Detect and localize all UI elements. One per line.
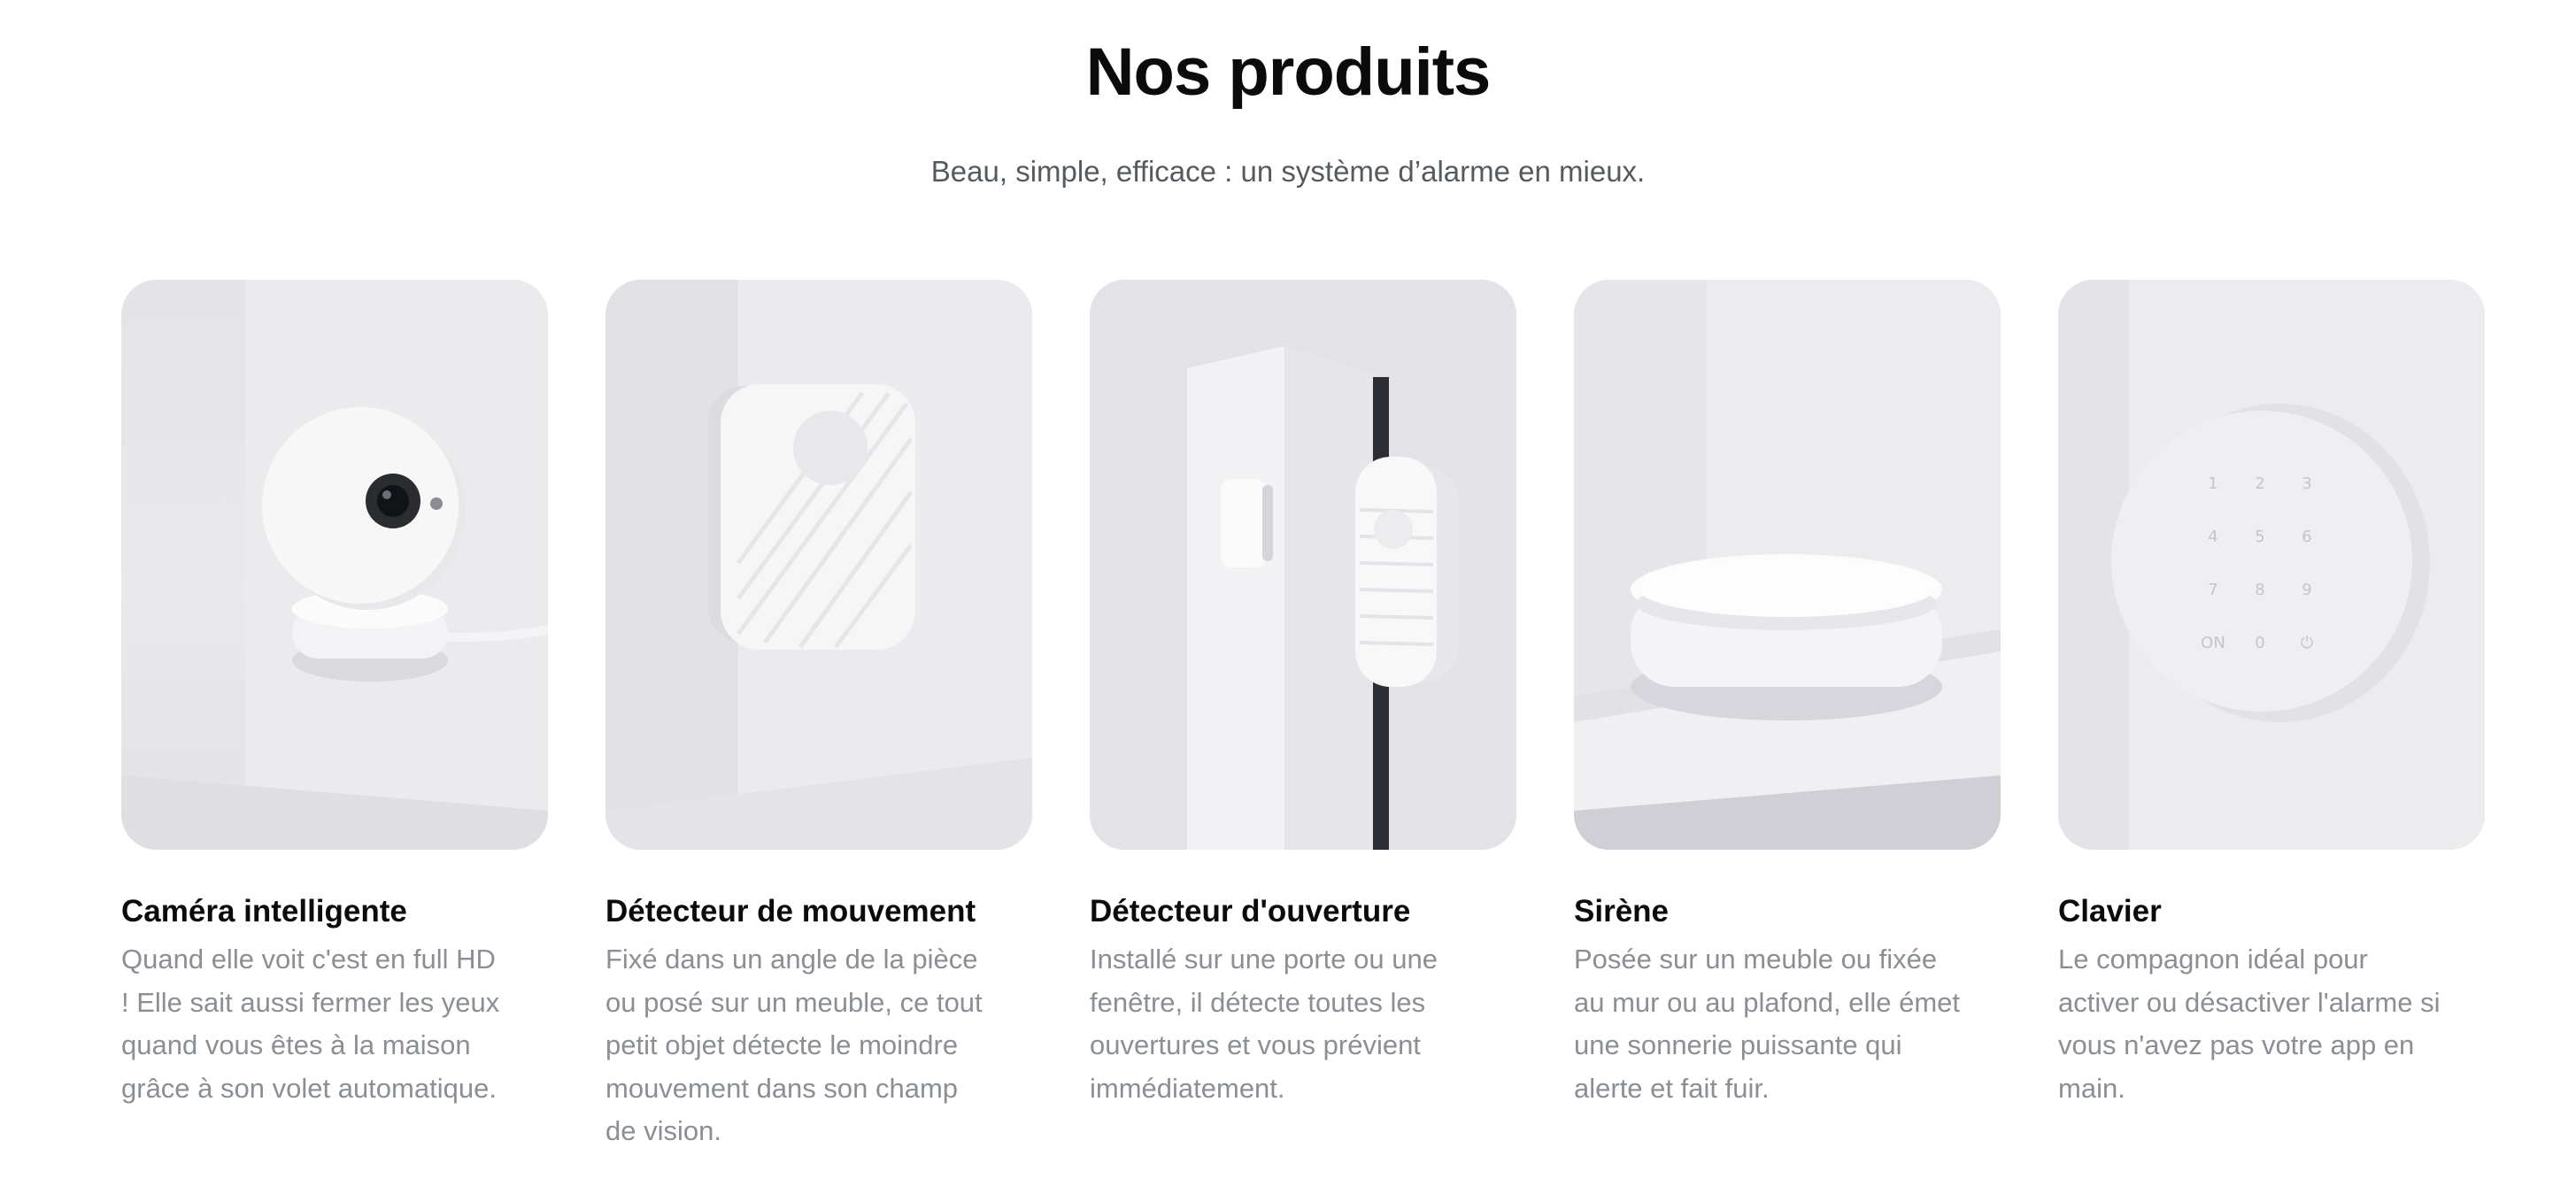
page-subtitle: Beau, simple, efficace : un système d’al… — [930, 155, 1646, 188]
keypad-key-label: 0 — [2255, 634, 2264, 652]
keypad-key-label: 6 — [2302, 528, 2311, 546]
keypad-key-label: 9 — [2302, 581, 2311, 599]
keypad-key-label: 8 — [2255, 581, 2264, 599]
product-image-keypad[interactable]: 1 2 3 4 5 6 7 8 9 ON 0 ⏻ — [2058, 280, 2485, 850]
product-card-camera[interactable]: Caméra intelligente Quand elle voit c'es… — [121, 280, 548, 1110]
keypad-key-label: 3 — [2302, 474, 2311, 493]
product-title: Clavier — [2058, 894, 2162, 929]
keypad-key-label: ⏻ — [2301, 634, 2313, 652]
product-description: Posée sur un meuble ou fixée au mur ou a… — [1574, 944, 1960, 1104]
product-card-door-sensor[interactable]: Détecteur d'ouverture Installé sur une p… — [1090, 280, 1516, 1110]
product-card-motion-detector[interactable]: Détecteur de mouvement Fixé dans un angl… — [605, 280, 1032, 1153]
product-image-camera[interactable] — [121, 280, 548, 850]
keypad-key-label: 7 — [2208, 581, 2217, 599]
product-description: Installé sur une porte ou une fenêtre, i… — [1090, 944, 1438, 1104]
keypad-key-label: ON — [2201, 634, 2225, 652]
keypad-key-label: 1 — [2208, 474, 2217, 493]
product-description: Fixé dans un angle de la pièce ou posé s… — [605, 944, 983, 1146]
product-title: Caméra intelligente — [121, 894, 407, 929]
door-sensor-icon — [1090, 280, 1516, 850]
page-title: Nos produits — [1085, 35, 1492, 110]
keypad-key-label: 5 — [2255, 528, 2264, 546]
keypad-key-label: 2 — [2255, 474, 2264, 493]
product-description: Le compagnon idéal pour activer ou désac… — [2058, 944, 2441, 1104]
camera-icon — [121, 280, 548, 850]
motion-detector-icon — [605, 280, 1032, 850]
keypad-icon: 1 2 3 4 5 6 7 8 9 ON 0 ⏻ — [2058, 280, 2485, 850]
product-title: Détecteur de mouvement — [605, 894, 976, 929]
product-image-door-sensor[interactable] — [1090, 280, 1516, 850]
product-title: Sirène — [1574, 894, 1669, 929]
product-description: Quand elle voit c'est en full HD ! Elle … — [121, 944, 500, 1104]
keypad-key-label: 4 — [2208, 528, 2217, 546]
product-image-siren[interactable] — [1574, 280, 2001, 850]
product-card-siren[interactable]: Sirène Posée sur un meuble ou fixée au m… — [1574, 280, 2001, 1110]
product-image-motion-detector[interactable] — [605, 280, 1032, 850]
product-card-keypad[interactable]: 1 2 3 4 5 6 7 8 9 ON 0 ⏻ Clavier Le comp… — [2058, 280, 2485, 1110]
product-title: Détecteur d'ouverture — [1090, 894, 1411, 929]
siren-icon — [1574, 280, 2001, 850]
